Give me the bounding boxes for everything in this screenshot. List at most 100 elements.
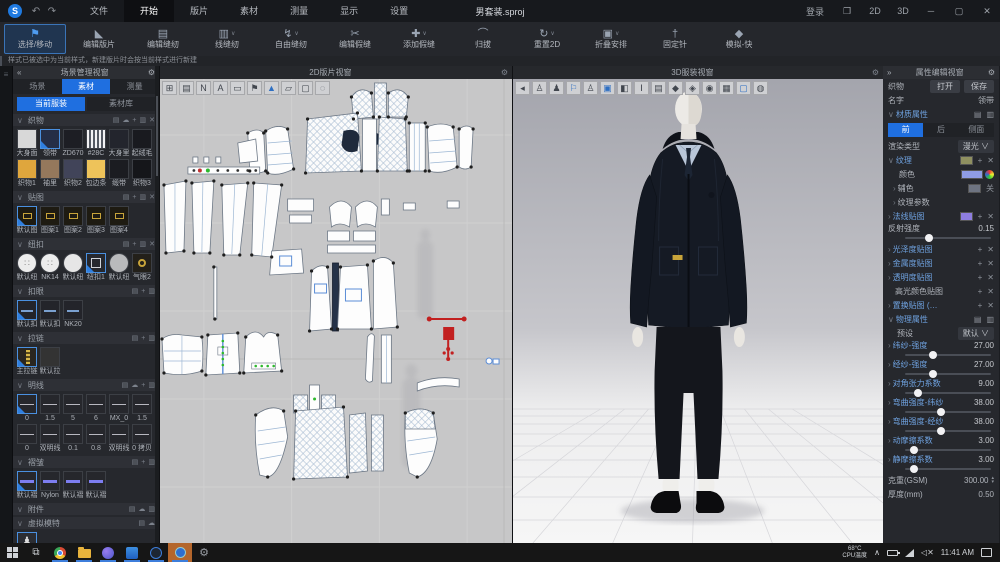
color-picker-icon[interactable] xyxy=(985,170,994,179)
texture-swatch[interactable] xyxy=(960,156,973,165)
ruler-icon[interactable]: ⚑ xyxy=(247,81,262,95)
button-item[interactable]: 默认纽 xyxy=(16,253,38,282)
tool-edit-basting[interactable]: ✂ 编辑假缝 xyxy=(324,24,386,54)
gsm-value[interactable]: 300.00 xyxy=(964,476,988,485)
button-item[interactable]: NK14 xyxy=(39,253,61,282)
cloud-icon[interactable]: ☁ xyxy=(131,381,138,389)
folder-icon[interactable]: ▤ xyxy=(123,240,130,248)
reflect-slider[interactable]: 反射强度 0.15 xyxy=(883,223,999,241)
delete-icon[interactable]: ✕ xyxy=(987,156,994,165)
topstitch-item[interactable]: 0.8 xyxy=(85,424,107,453)
buttonhole-item[interactable]: 默认扣 xyxy=(16,300,38,329)
zipper-item[interactable]: 默认拉 xyxy=(39,347,61,376)
print-item[interactable]: 图案4 xyxy=(108,206,130,235)
gear-icon[interactable]: ⚙ xyxy=(872,68,879,77)
slider-handle[interactable] xyxy=(937,427,945,435)
taskbar-settings-icon[interactable]: ⚙ xyxy=(192,543,216,562)
copy-icon[interactable]: ▥ xyxy=(148,458,155,466)
pleat-item[interactable]: 默认褶 xyxy=(62,471,84,500)
start-button[interactable] xyxy=(0,543,24,562)
minimize-button[interactable]: ─ xyxy=(918,0,944,22)
print-item[interactable]: 图案3 xyxy=(85,206,107,235)
topstitch-item[interactable]: 6 xyxy=(85,394,107,423)
gear-icon[interactable]: ⚙ xyxy=(501,68,508,77)
open-button[interactable]: 打开 xyxy=(930,80,960,93)
garment-3d-canvas[interactable] xyxy=(513,79,883,543)
folder-icon[interactable]: ▤ xyxy=(974,315,982,324)
topstitch-item[interactable]: 0 xyxy=(16,424,38,453)
pleat-item[interactable]: Nylon xyxy=(39,471,61,500)
name-value[interactable]: 领带 xyxy=(978,95,994,106)
print-item[interactable]: 默认图 xyxy=(16,206,38,235)
rect-tool-icon[interactable]: ▭ xyxy=(230,81,245,95)
cloud-icon[interactable]: ☁ xyxy=(122,116,129,124)
topstitch-item[interactable]: 双明线 xyxy=(39,424,61,453)
add-icon[interactable]: + xyxy=(978,301,983,310)
print-item[interactable]: 图案2 xyxy=(62,206,84,235)
taskbar-style3d-icon[interactable] xyxy=(168,543,192,562)
warp-strength-slider[interactable]: ›经纱-强度27.00 xyxy=(883,359,999,377)
folder-icon[interactable]: ▤ xyxy=(974,110,982,119)
zipper-item[interactable]: 主拉链 xyxy=(16,347,38,376)
section-header-prints[interactable]: ∨ 贴图 ▤ + ▥ ✕ xyxy=(13,191,159,203)
material-tab-back[interactable]: 后 xyxy=(923,123,958,137)
button-item[interactable]: 气眼2 xyxy=(131,253,153,282)
fabric-swatch[interactable]: 起绒毛 xyxy=(131,129,153,158)
tool-fold-arrange[interactable]: ▣∨ 折叠安排 xyxy=(580,24,642,54)
tray-expand-icon[interactable]: ∧ xyxy=(874,548,880,557)
topstitch-item[interactable]: 0.1 xyxy=(62,424,84,453)
menu-pattern[interactable]: 版片 xyxy=(174,0,224,22)
tool-shrink[interactable]: ⌒ 归拔 xyxy=(452,24,514,54)
cloud-icon[interactable]: ☁ xyxy=(138,505,145,513)
notch-icon[interactable]: N xyxy=(196,81,211,95)
save-icon[interactable]: ▥ xyxy=(986,110,994,119)
copy-icon[interactable]: ▥ xyxy=(140,240,147,248)
print-item[interactable]: 图案1 xyxy=(39,206,61,235)
subtab-current-garment[interactable]: 当前服装 xyxy=(17,97,85,111)
delete-icon[interactable]: ✕ xyxy=(987,273,994,282)
save-icon[interactable]: ▥ xyxy=(986,315,994,324)
gear-icon[interactable]: ⚙ xyxy=(148,68,155,77)
taskbar-clock[interactable]: 11:41 AM xyxy=(941,548,974,557)
copy-icon[interactable]: ▥ xyxy=(140,193,147,201)
pleat-item[interactable]: 默认褶 xyxy=(16,471,38,500)
section-header-attachments[interactable]: ∨ 附件 ▤ ☁ ▥ xyxy=(13,503,159,515)
collapse-toolbar-icon[interactable]: ◂ xyxy=(515,81,530,95)
specular-map-label[interactable]: 高光颜色贴图 xyxy=(895,286,943,297)
dynamic-friction-slider[interactable]: ›动摩擦系数3.00 xyxy=(883,435,999,453)
redo-icon[interactable]: ↷ xyxy=(44,6,60,17)
material-tab-side[interactable]: 侧面 xyxy=(959,123,994,137)
add-icon[interactable]: + xyxy=(132,117,136,124)
garment-style1-icon[interactable]: ◆ xyxy=(668,81,683,95)
mirror-icon[interactable]: ▤ xyxy=(179,81,194,95)
slider-handle[interactable] xyxy=(910,465,918,473)
topstitch-item[interactable]: 1.5 xyxy=(131,394,153,423)
add-icon[interactable]: + xyxy=(141,335,145,342)
add-icon[interactable]: + xyxy=(132,241,136,248)
topstitch-item[interactable]: 0 拷贝 xyxy=(131,424,153,453)
layout-windows-icon[interactable]: ❐ xyxy=(834,0,860,22)
save-button[interactable]: 保存 xyxy=(964,80,994,93)
subcolor-swatch[interactable] xyxy=(968,184,981,193)
bend-weft-slider[interactable]: ›弯曲强度-纬纱38.00 xyxy=(883,397,999,415)
button-item[interactable]: 纽扣1 xyxy=(85,253,107,282)
add-icon[interactable]: + xyxy=(978,156,983,165)
tool-edit-sewing[interactable]: ▤ 编辑缝纫 xyxy=(132,24,194,54)
add-icon[interactable]: + xyxy=(978,287,983,296)
menu-settings[interactable]: 设置 xyxy=(374,0,424,22)
task-view-button[interactable]: ⧉ xyxy=(24,543,48,562)
tool-select-move[interactable]: ⚑ 选择/移动 xyxy=(4,24,66,54)
fabric-swatch[interactable]: 大身面 xyxy=(16,129,38,158)
taskbar-chrome-icon[interactable] xyxy=(48,543,72,562)
physics-section-header[interactable]: 物理属性 xyxy=(896,314,928,325)
lasso-3d-icon[interactable]: ▢ xyxy=(736,81,751,95)
folder-icon[interactable]: ▤ xyxy=(132,334,139,342)
subcolor-off-toggle[interactable]: 关 xyxy=(986,183,994,194)
topstitch-item[interactable]: MX_0 xyxy=(108,394,130,423)
add-icon[interactable]: + xyxy=(978,245,983,254)
stitch-view-icon[interactable]: ▦ xyxy=(719,81,734,95)
button-item[interactable]: 默认纽 xyxy=(108,253,130,282)
avatar-pose-icon[interactable]: ♙ xyxy=(583,81,598,95)
tab-scene[interactable]: 场景 xyxy=(13,79,62,94)
bend-warp-slider[interactable]: ›弯曲强度-经纱38.00 xyxy=(883,416,999,434)
